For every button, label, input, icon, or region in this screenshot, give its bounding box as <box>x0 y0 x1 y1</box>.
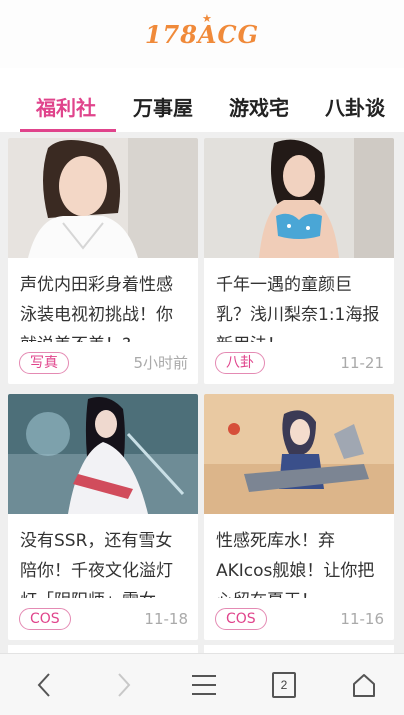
next-card-peek <box>204 645 394 653</box>
home-button[interactable] <box>334 654 394 715</box>
article-tag[interactable]: 八卦 <box>215 352 265 374</box>
article-title[interactable]: 声优内田彩身着性感泳装电视初挑战！你就说美不美！? <box>20 270 188 342</box>
browser-bottom-bar: 2 <box>0 653 404 715</box>
article-card[interactable]: 声优内田彩身着性感泳装电视初挑战！你就说美不美！? 写真 5小时前 <box>8 138 198 384</box>
article-thumbnail <box>8 394 198 514</box>
tab-count-badge: 2 <box>272 671 296 698</box>
article-time: 11-18 <box>144 610 188 628</box>
article-thumbnail <box>204 138 394 258</box>
app-header: 178ACG ★ <box>0 0 404 69</box>
article-tag[interactable]: 写真 <box>19 352 69 374</box>
active-tab-indicator <box>20 129 116 132</box>
article-thumbnail <box>204 394 394 514</box>
category-tabs: 福利社 万事屋 游戏宅 八卦谈 <box>0 68 404 132</box>
home-icon <box>353 673 375 697</box>
logo-star-icon: ★ <box>202 12 212 25</box>
back-button[interactable] <box>14 654 74 715</box>
article-title[interactable]: 性感死库水！弃AKIcos舰娘！让你把心留在夏天！ <box>216 526 384 598</box>
menu-icon <box>192 674 216 695</box>
tabs-button[interactable]: 2 <box>254 654 314 715</box>
chevron-right-icon <box>118 672 131 697</box>
article-time: 5小时前 <box>133 354 188 372</box>
article-card[interactable]: 千年一遇的童颜巨乳？浅川梨奈1:1海报新用法！ 八卦 11-21 <box>204 138 394 384</box>
tab-fulishe[interactable]: 福利社 <box>36 92 96 121</box>
menu-button[interactable] <box>174 654 234 715</box>
next-card-peek <box>8 645 198 653</box>
article-card[interactable]: 没有SSR，还有雪女陪你！千夜文化溢灯灯「阴阳师」雪女 COS 11-18 <box>8 394 198 640</box>
chevron-left-icon <box>37 672 50 697</box>
article-tag[interactable]: COS <box>215 608 267 630</box>
tab-baguatan[interactable]: 八卦谈 <box>325 92 385 121</box>
article-title[interactable]: 没有SSR，还有雪女陪你！千夜文化溢灯灯「阴阳师」雪女 <box>20 526 188 598</box>
article-thumbnail <box>8 138 198 258</box>
article-tag[interactable]: COS <box>19 608 71 630</box>
forward-button[interactable] <box>94 654 154 715</box>
article-time: 11-16 <box>340 610 384 628</box>
article-time: 11-21 <box>340 354 384 372</box>
tab-wanshiwu[interactable]: 万事屋 <box>133 92 193 121</box>
article-card[interactable]: 性感死库水！弃AKIcos舰娘！让你把心留在夏天！ COS 11-16 <box>204 394 394 640</box>
tab-youxizhai[interactable]: 游戏宅 <box>229 92 289 121</box>
article-title[interactable]: 千年一遇的童颜巨乳？浅川梨奈1:1海报新用法！ <box>216 270 384 342</box>
